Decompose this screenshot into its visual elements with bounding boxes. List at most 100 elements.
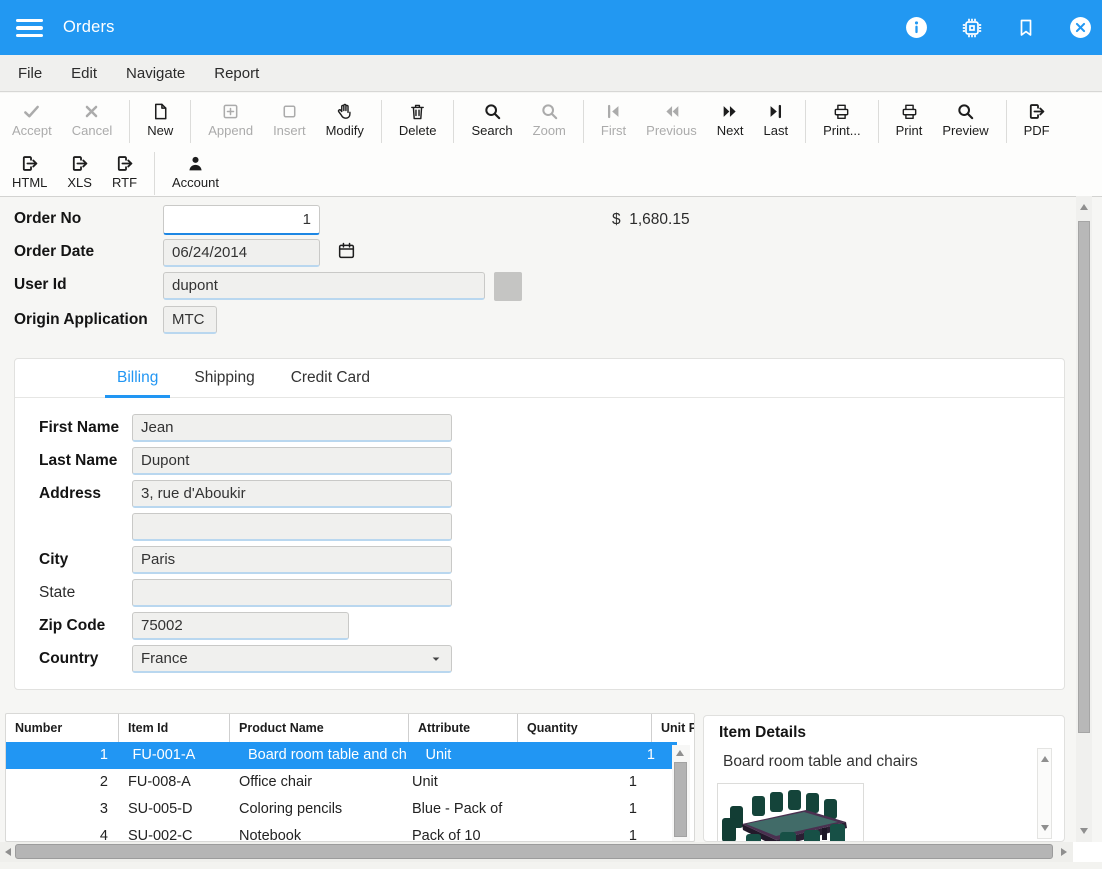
info-icon[interactable] bbox=[905, 16, 928, 39]
tab-credit-card[interactable]: Credit Card bbox=[279, 359, 382, 398]
scrollbar-thumb[interactable] bbox=[1078, 221, 1090, 733]
toolbar-new-button[interactable]: New bbox=[137, 100, 183, 139]
table-row[interactable]: 2FU-008-AOffice chairUnit1 bbox=[6, 769, 669, 796]
user-lookup-button[interactable] bbox=[494, 272, 522, 301]
calendar-icon[interactable] bbox=[337, 241, 356, 260]
toolbar-accept-button: Accept bbox=[2, 100, 62, 139]
column-header-attribute[interactable]: Attribute bbox=[408, 714, 517, 742]
scroll-up-arrow[interactable] bbox=[1080, 204, 1088, 210]
billing-address-input[interactable] bbox=[132, 480, 452, 508]
table-row[interactable]: 4SU-002-CNotebookPack of 101 bbox=[6, 823, 669, 842]
toolbar-account-button[interactable]: Account bbox=[162, 152, 229, 191]
close-icon[interactable] bbox=[1069, 16, 1092, 39]
column-header-product[interactable]: Product Name bbox=[229, 714, 408, 742]
toolbar-first-button: First bbox=[591, 100, 636, 139]
scrollbar-thumb[interactable] bbox=[674, 762, 687, 837]
scroll-up-arrow[interactable] bbox=[676, 750, 684, 756]
cell-number: 1 bbox=[6, 742, 118, 769]
toolbar-pdf-button[interactable]: PDF bbox=[1014, 100, 1060, 139]
page-icon bbox=[151, 101, 170, 121]
settings-chip-icon[interactable] bbox=[961, 17, 983, 39]
menu-edit[interactable]: Edit bbox=[71, 65, 97, 82]
scroll-up-arrow[interactable] bbox=[1041, 756, 1049, 762]
user-id-input[interactable] bbox=[163, 272, 485, 300]
order-items-table: NumberItem IdProduct NameAttributeQuanti… bbox=[5, 713, 695, 842]
table-row[interactable]: 1FU-001-ABoard room table and chUnit1 bbox=[6, 742, 677, 769]
window-title: Orders bbox=[63, 18, 115, 37]
hamburger-menu-icon[interactable] bbox=[16, 19, 43, 37]
menu-report[interactable]: Report bbox=[214, 65, 259, 82]
toolbar-cancel-button: Cancel bbox=[62, 100, 122, 139]
billing-zip-code-label: Zip Code bbox=[39, 617, 105, 635]
toolbar-print-button[interactable]: Print bbox=[886, 100, 933, 139]
billing-first-name-label: First Name bbox=[39, 419, 119, 437]
toolbar: AcceptCancelNewAppendInsertModifyDeleteS… bbox=[0, 93, 1102, 197]
toolbar-rtf-button[interactable]: RTF bbox=[102, 152, 147, 191]
table-header-row: NumberItem IdProduct NameAttributeQuanti… bbox=[6, 714, 695, 742]
menu-file[interactable]: File bbox=[18, 65, 42, 82]
toolbar-button-label: New bbox=[147, 124, 173, 138]
toolbar-delete-button[interactable]: Delete bbox=[389, 100, 447, 139]
toolbar-button-label: Modify bbox=[326, 124, 364, 138]
billing-address-label: Address bbox=[39, 485, 101, 503]
toolbar-previous-button: Previous bbox=[636, 100, 707, 139]
toolbar-next-button[interactable]: Next bbox=[707, 100, 754, 139]
hand-icon bbox=[335, 101, 354, 121]
table-row[interactable]: 3SU-005-DColoring pencilsBlue - Pack of1 bbox=[6, 796, 669, 823]
billing-state-input[interactable] bbox=[132, 579, 452, 607]
tab-shipping[interactable]: Shipping bbox=[182, 359, 266, 398]
toolbar-button-label: Insert bbox=[273, 124, 306, 138]
toolbar-button-label: Next bbox=[717, 124, 744, 138]
toolbar-preview-button[interactable]: Preview bbox=[932, 100, 998, 139]
toolbar-modify-button[interactable]: Modify bbox=[316, 100, 374, 139]
column-header-quantity[interactable]: Quantity bbox=[517, 714, 651, 742]
billing-country-label: Country bbox=[39, 650, 98, 668]
page-vertical-scrollbar[interactable] bbox=[1076, 196, 1092, 842]
cell-attribute: Pack of 10 bbox=[408, 823, 517, 842]
menu-navigate[interactable]: Navigate bbox=[126, 65, 185, 82]
order-date-input[interactable] bbox=[163, 239, 320, 267]
toolbar-separator bbox=[190, 100, 191, 143]
origin-application-input[interactable] bbox=[163, 306, 217, 334]
billing-zip-code-input[interactable] bbox=[132, 612, 349, 640]
scrollbar-thumb[interactable] bbox=[15, 844, 1053, 859]
toolbar-button-label: Preview bbox=[942, 124, 988, 138]
item-details-product-name: Board room table and chairs bbox=[723, 753, 918, 771]
billing-city-input[interactable] bbox=[132, 546, 452, 574]
scroll-down-arrow[interactable] bbox=[1080, 828, 1088, 834]
billing-country-value: France bbox=[141, 650, 188, 667]
cell-number: 4 bbox=[6, 823, 118, 842]
details-vertical-scrollbar[interactable] bbox=[1037, 748, 1052, 839]
toolbar-print-button[interactable]: Print... bbox=[813, 100, 871, 139]
billing-country-select[interactable]: France bbox=[132, 645, 452, 673]
page-horizontal-scrollbar[interactable] bbox=[0, 842, 1073, 862]
xmark-icon bbox=[82, 101, 101, 121]
billing-address-2-input[interactable] bbox=[132, 513, 452, 541]
toolbar-button-label: Accept bbox=[12, 124, 52, 138]
printer-icon bbox=[900, 101, 919, 121]
scroll-right-arrow[interactable] bbox=[1061, 848, 1067, 856]
toolbar-html-button[interactable]: HTML bbox=[2, 152, 57, 191]
toolbar-row-1: AcceptCancelNewAppendInsertModifyDeleteS… bbox=[0, 93, 1102, 145]
customer-tab-card: BillingShippingCredit Card First NameLas… bbox=[14, 358, 1065, 690]
cell-attribute: Blue - Pack of bbox=[408, 796, 517, 823]
toolbar-search-button[interactable]: Search bbox=[461, 100, 522, 139]
toolbar-xls-button[interactable]: XLS bbox=[57, 152, 102, 191]
toolbar-separator bbox=[154, 152, 155, 195]
bookmark-icon[interactable] bbox=[1016, 18, 1036, 38]
order-no-input[interactable] bbox=[163, 205, 320, 235]
export-icon bbox=[20, 153, 39, 173]
column-header-unit-price[interactable]: Unit Pr bbox=[651, 714, 695, 742]
scroll-left-arrow[interactable] bbox=[5, 848, 11, 856]
order-total: $ 1,680.15 bbox=[612, 211, 690, 229]
billing-last-name-input[interactable] bbox=[132, 447, 452, 475]
toolbar-last-button[interactable]: Last bbox=[753, 100, 798, 139]
toolbar-separator bbox=[453, 100, 454, 143]
tab-billing[interactable]: Billing bbox=[105, 359, 170, 398]
billing-first-name-input[interactable] bbox=[132, 414, 452, 442]
column-header-number[interactable]: Number bbox=[6, 714, 118, 742]
scroll-down-arrow[interactable] bbox=[1041, 825, 1049, 831]
magnifier-icon bbox=[540, 101, 559, 121]
column-header-item-id[interactable]: Item Id bbox=[118, 714, 229, 742]
table-vertical-scrollbar[interactable] bbox=[672, 745, 690, 842]
